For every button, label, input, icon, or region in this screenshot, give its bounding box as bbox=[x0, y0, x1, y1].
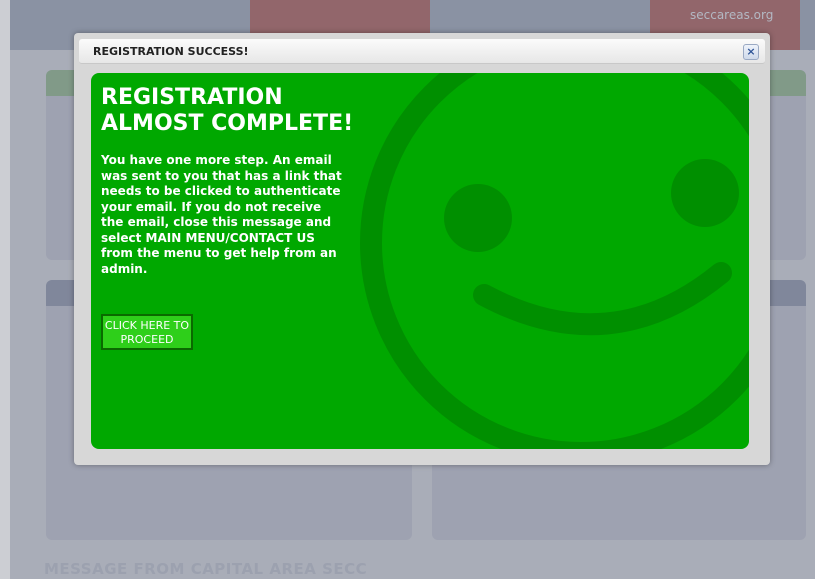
proceed-button[interactable]: CLICK HERE TO PROCEED bbox=[101, 314, 193, 350]
modal-title: REGISTRATION SUCCESS! bbox=[93, 45, 249, 58]
registration-modal: REGISTRATION SUCCESS! × REGISTRATION ALM… bbox=[74, 33, 770, 465]
instructions-text: You have one more step. An email was sen… bbox=[101, 153, 342, 276]
headline: REGISTRATION ALMOST COMPLETE! bbox=[101, 85, 354, 136]
success-message-panel: REGISTRATION ALMOST COMPLETE! You have o… bbox=[91, 73, 749, 449]
modal-titlebar: REGISTRATION SUCCESS! × bbox=[79, 39, 765, 64]
close-icon[interactable]: × bbox=[743, 44, 759, 60]
